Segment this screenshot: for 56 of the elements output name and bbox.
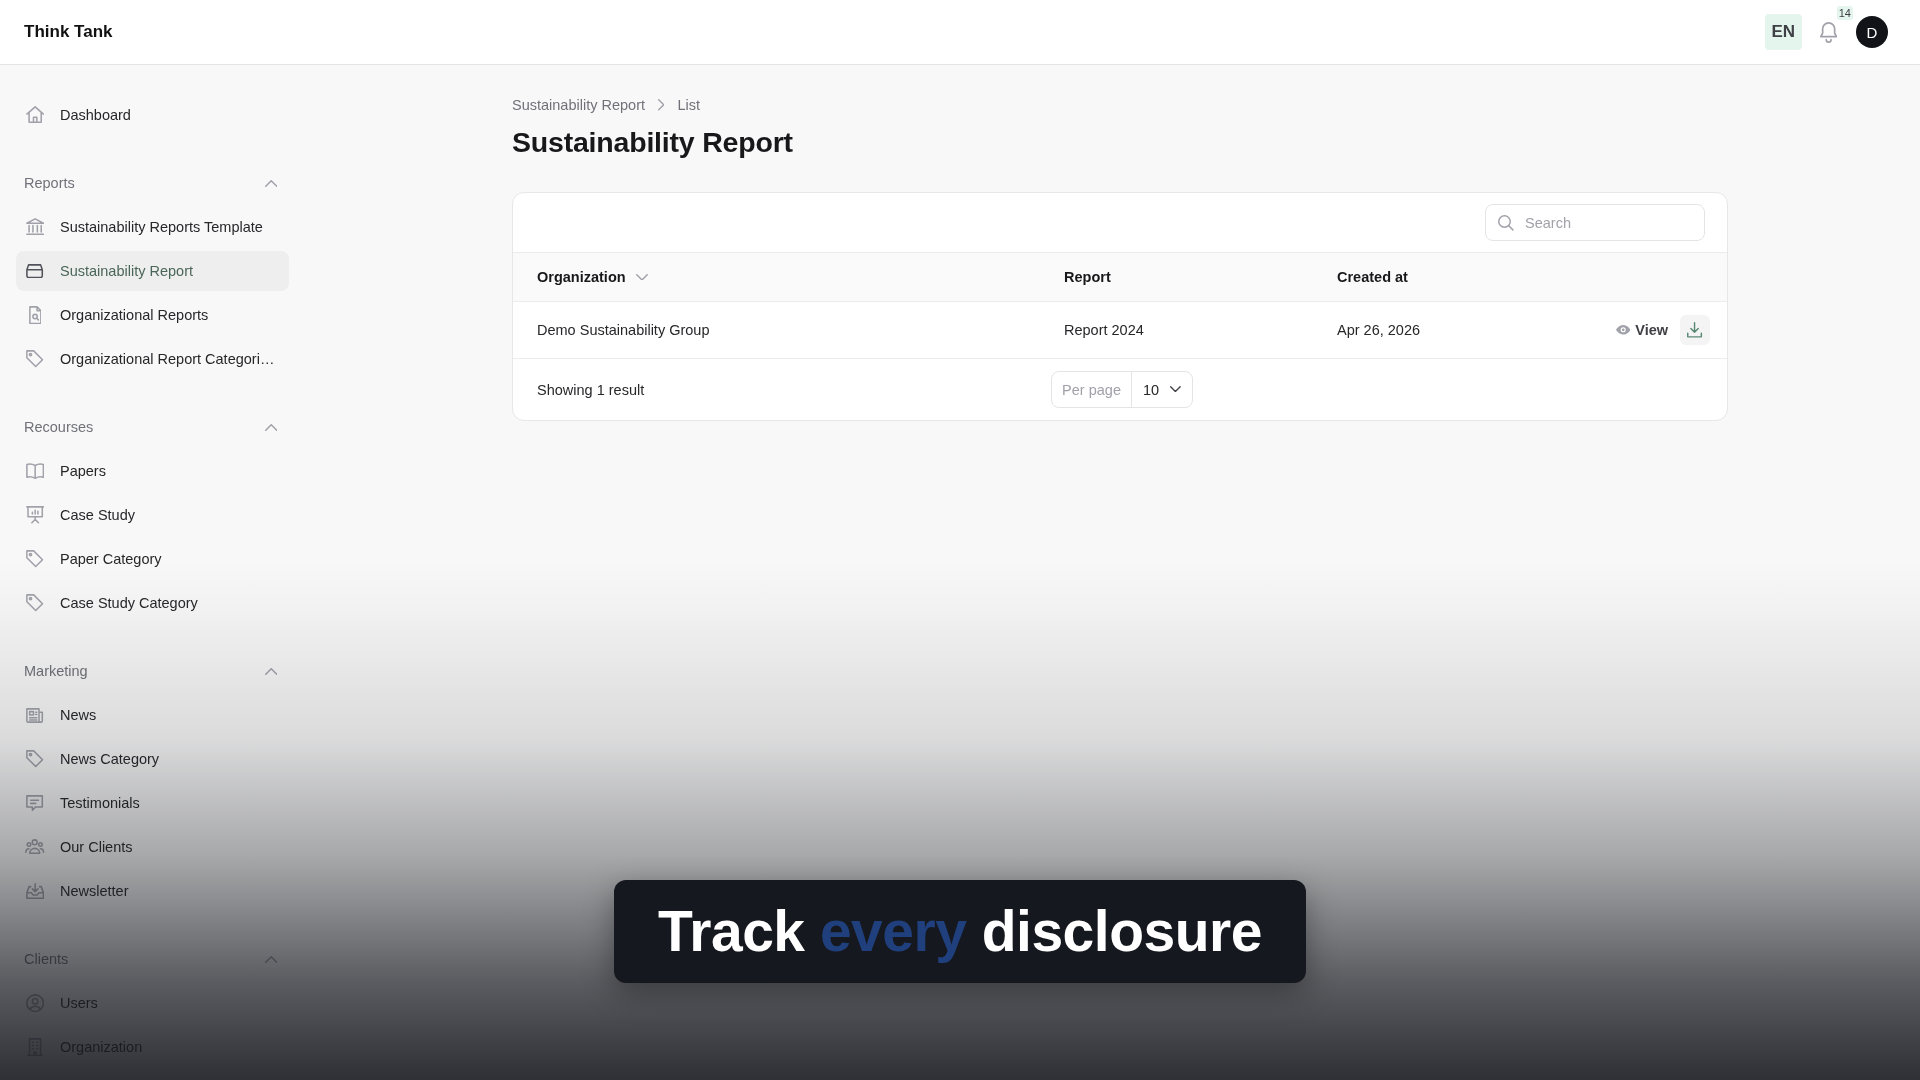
sidebar-item[interactable]: News Category	[16, 739, 289, 779]
sidebar-item[interactable]: Sustainability Reports Template	[16, 207, 289, 247]
eye-icon	[1615, 325, 1631, 335]
per-page-select[interactable]: Per page 10	[1051, 371, 1193, 408]
sidebar-item[interactable]: Newsletter	[16, 871, 289, 911]
download-icon	[1687, 322, 1703, 338]
column-header[interactable]: Organization	[537, 269, 648, 285]
user-avatar[interactable]: D	[1856, 16, 1888, 48]
download-button[interactable]	[1680, 315, 1710, 345]
sidebar-item[interactable]: Papers	[16, 451, 289, 491]
column-header: Report	[1064, 269, 1111, 285]
result-count: Showing 1 result	[537, 381, 645, 398]
user-group-icon	[25, 839, 45, 855]
chat-bubble-icon	[26, 794, 44, 812]
tag-icon	[26, 594, 44, 612]
tag-icon	[26, 550, 44, 568]
sidebar-item[interactable]: Case Study Category	[16, 583, 289, 623]
search-field[interactable]: Search	[1485, 204, 1705, 241]
search-icon	[1498, 215, 1514, 231]
bank-icon	[25, 218, 45, 236]
view-link[interactable]: View	[1615, 322, 1668, 338]
breadcrumb-current: List	[677, 97, 700, 113]
tag-icon	[26, 750, 44, 768]
sidebar-item[interactable]: News	[16, 695, 289, 735]
table-cell: Apr 26, 2026	[1337, 322, 1421, 338]
tray-icon	[26, 263, 44, 279]
chevron-right-icon	[658, 99, 665, 111]
document-search-icon	[28, 305, 42, 325]
sidebar-item[interactable]: Paper Category	[16, 539, 289, 579]
bell-icon	[1819, 21, 1837, 43]
app-title: Think Tank	[24, 22, 113, 42]
chevron-down-icon	[1170, 386, 1181, 393]
sidebar-item[interactable]: Testimonials	[16, 783, 289, 823]
sidebar-item[interactable]: Our Clients	[16, 827, 289, 867]
user-circle-icon	[25, 993, 45, 1013]
section-header[interactable]: Reports	[16, 163, 289, 203]
tag-icon	[26, 350, 44, 368]
page-title: Sustainability Report	[512, 125, 793, 160]
language-button[interactable]: EN	[1764, 14, 1802, 50]
newspaper-icon	[26, 707, 44, 723]
presentation-chart-icon	[25, 506, 45, 524]
notification-count: 14	[1836, 5, 1853, 20]
table-cell: Report 2024	[1064, 322, 1144, 338]
sidebar-item[interactable]: Dashboard	[16, 95, 289, 135]
sidebar-item[interactable]: Case Study	[16, 495, 289, 535]
section-header[interactable]: Marketing	[16, 651, 289, 691]
home-icon	[25, 106, 45, 124]
sidebar-item[interactable]: Organizational Report Categori…	[16, 339, 289, 379]
sidebar-item[interactable]: Organizational Reports	[16, 295, 289, 335]
inbox-download-icon	[25, 882, 45, 900]
open-book-icon	[25, 462, 45, 480]
table-cell: Demo Sustainability Group	[537, 322, 710, 338]
breadcrumb-link[interactable]: Sustainability Report	[512, 97, 645, 113]
section-header[interactable]: Recourses	[16, 407, 289, 447]
sidebar-item[interactable]: Sustainability Report	[16, 251, 289, 291]
column-header: Created at	[1337, 269, 1408, 285]
